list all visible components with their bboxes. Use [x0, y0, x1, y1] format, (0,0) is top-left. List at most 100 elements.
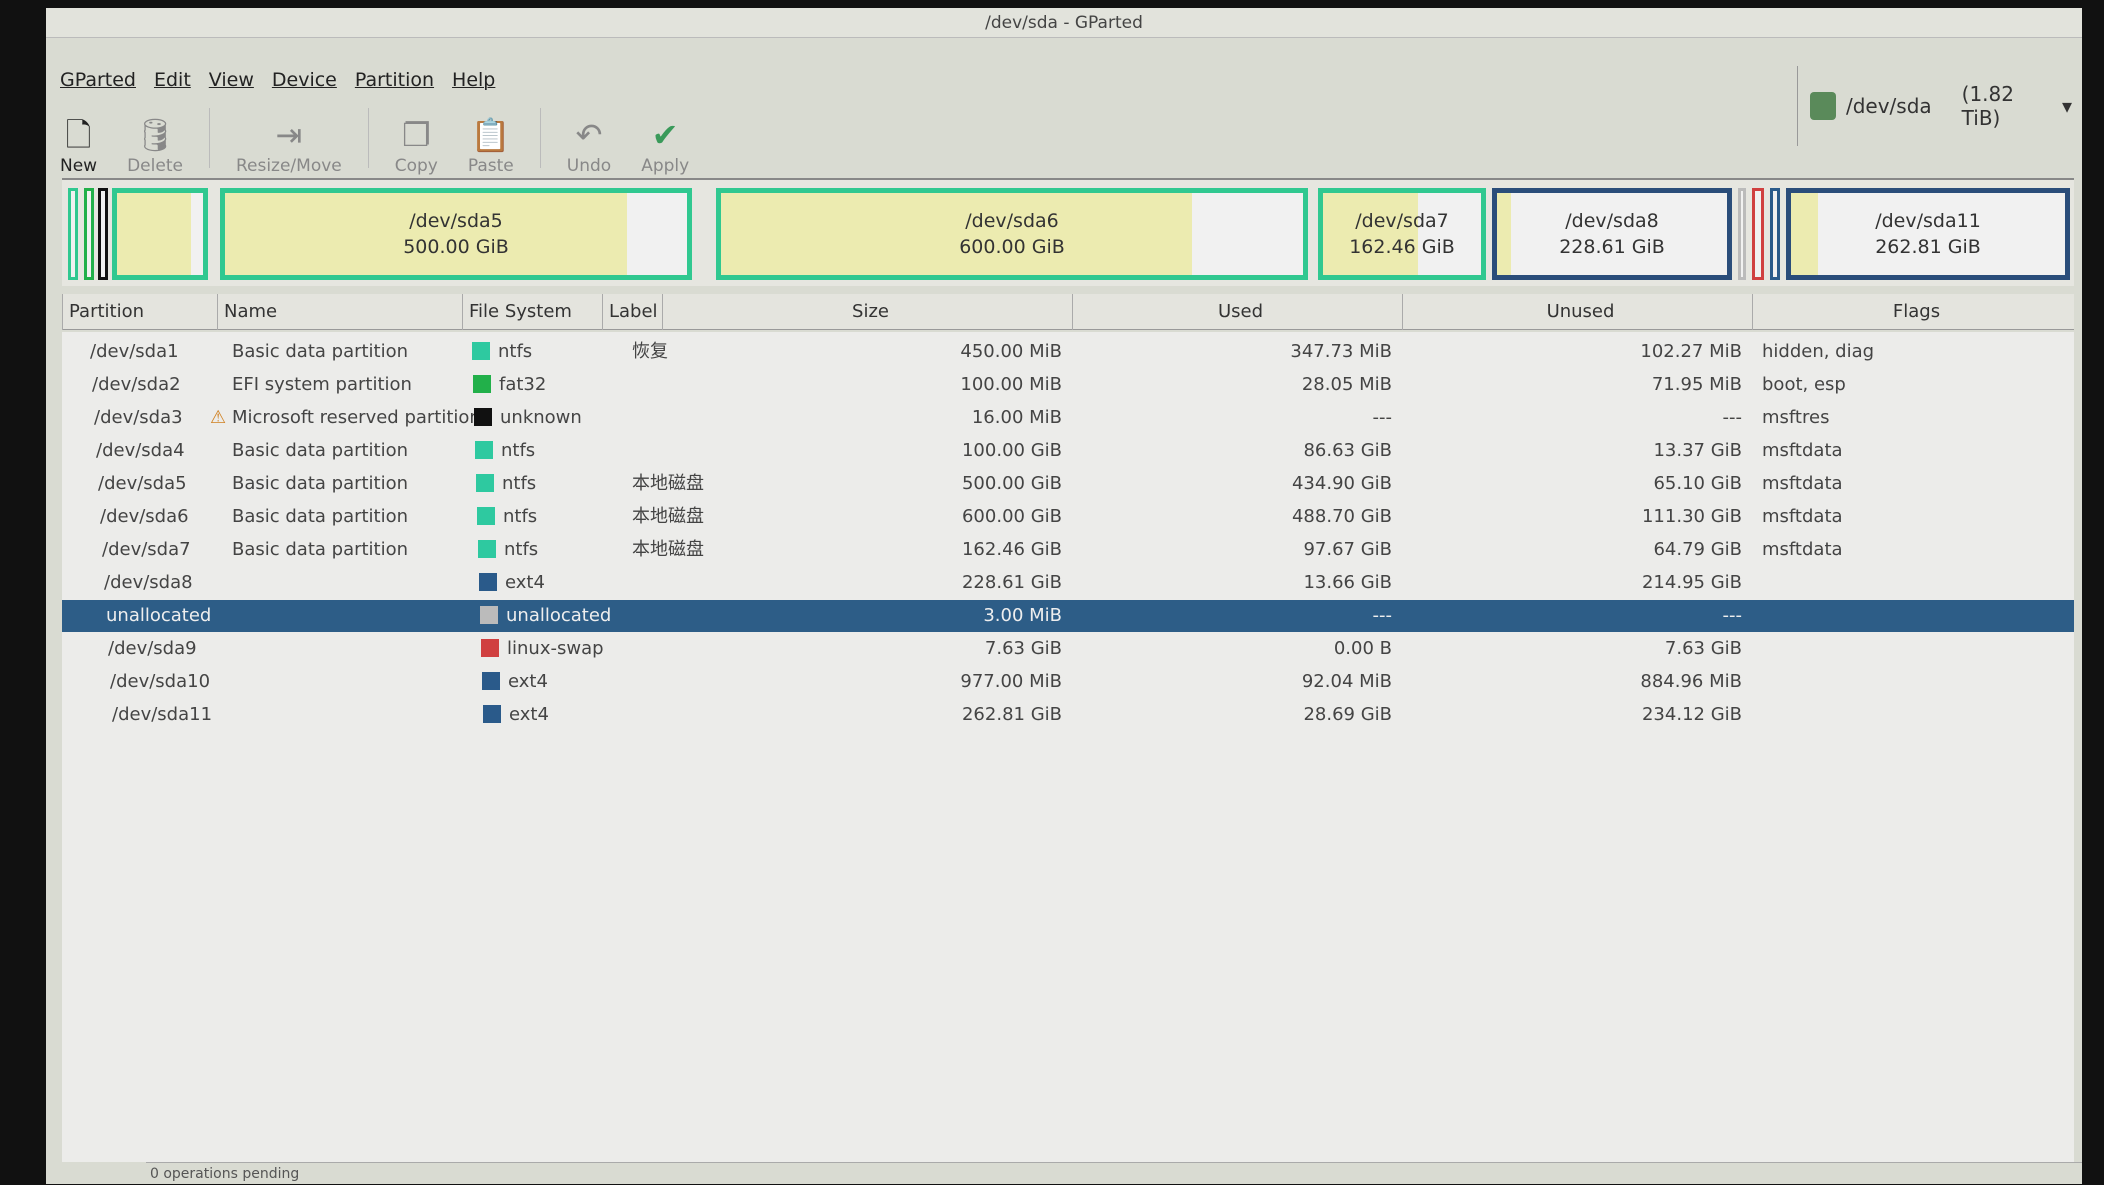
partition-row[interactable]: /dev/sda8 ext4 228.61 GiB 13.66 GiB 214.95 G… — [62, 567, 2074, 599]
graph-partition-sda6[interactable]: /dev/sda6 600.00 GiB — [716, 188, 1308, 280]
column-header-name[interactable]: Name — [217, 294, 462, 330]
graph-size: 600.00 GiB — [959, 236, 1065, 258]
partition-flags: msftres — [1762, 407, 1830, 428]
graph-small-partition[interactable] — [1738, 188, 1746, 280]
partition-row[interactable]: /dev/sda11 ext4 262.81 GiB 28.69 GiB 234.12 … — [62, 699, 2074, 731]
partition-row[interactable]: /dev/sda10 ext4 977.00 MiB 92.04 MiB 884.96 … — [62, 666, 2074, 698]
graph-partition-sda11[interactable]: /dev/sda11 262.81 GiB — [1786, 188, 2070, 280]
graph-small-partition[interactable] — [98, 188, 108, 280]
partition-row[interactable]: /dev/sda4 Basic data partition ntfs 100.00 … — [62, 435, 2074, 467]
partition-used: 347.73 MiB — [1290, 341, 1392, 362]
partition-label: 本地磁盘 — [632, 539, 704, 560]
filesystem-color-swatch — [473, 375, 491, 393]
undo-label: Undo — [566, 156, 612, 176]
filesystem-color-swatch — [482, 672, 500, 690]
undo-button[interactable]: ↶ Undo — [563, 100, 615, 176]
partition-row[interactable]: /dev/sda5 Basic data partition ntfs 本地磁盘 500… — [62, 468, 2074, 500]
graph-partition-sda8[interactable]: /dev/sda8 228.61 GiB — [1492, 188, 1732, 280]
partition-row[interactable]: /dev/sda9 linux-swap 7.63 GiB 0.00 B 7.63 Gi… — [62, 633, 2074, 665]
partition-used: 434.90 GiB — [1291, 473, 1392, 494]
copy-button[interactable]: ❐ Copy — [391, 100, 442, 176]
graph-small-partition[interactable] — [1770, 188, 1780, 280]
partition-used: --- — [1372, 407, 1393, 428]
graph-small-partition[interactable] — [68, 188, 78, 280]
paste-button[interactable]: 📋 Paste — [464, 100, 518, 176]
paste-label: Paste — [467, 156, 514, 176]
filesystem-name: ext4 — [509, 704, 549, 725]
filesystem-name: ext4 — [505, 572, 545, 593]
partition-used: 86.63 GiB — [1303, 440, 1392, 461]
column-header-size[interactable]: Size — [662, 294, 1072, 330]
partition-row[interactable]: /dev/sda1 Basic data partition ntfs 恢复 450.0… — [62, 336, 2074, 368]
menu-device[interactable]: Device — [272, 69, 337, 91]
column-header-label[interactable]: Label — [602, 294, 662, 330]
graph-partition-sda5[interactable]: /dev/sda5 500.00 GiB — [220, 188, 692, 280]
partition-unused: 111.30 GiB — [1641, 506, 1742, 527]
column-header-unused[interactable]: Unused — [1402, 294, 1752, 330]
partition-used: 92.04 MiB — [1301, 671, 1392, 692]
graph-name: /dev/sda6 — [965, 210, 1059, 232]
menu-edit[interactable]: Edit — [154, 69, 191, 91]
device-name: /dev/sda — [1845, 94, 1932, 118]
new-file-icon: 🗋 — [65, 116, 92, 154]
partition-row[interactable]: /dev/sda6 Basic data partition ntfs 本地磁盘 600… — [62, 501, 2074, 533]
column-header-flags[interactable]: Flags — [1752, 294, 2074, 330]
partition-size: 100.00 GiB — [961, 440, 1062, 461]
filesystem-color-swatch — [480, 606, 498, 624]
partition-path: /dev/sda6 — [100, 506, 189, 527]
new-button[interactable]: 🗋 New — [56, 100, 101, 176]
apply-check-icon: ✔ — [651, 116, 679, 154]
partition-row[interactable]: /dev/sda7 Basic data partition ntfs 本地磁盘 162… — [62, 534, 2074, 566]
used-space-fill — [1791, 193, 1819, 275]
graph-name: /dev/sda5 — [409, 210, 503, 232]
filesystem-color-swatch — [477, 507, 495, 525]
column-header-used[interactable]: Used — [1072, 294, 1402, 330]
partition-unused: --- — [1722, 407, 1743, 428]
menu-help[interactable]: Help — [452, 69, 495, 91]
partition-row[interactable]: unallocated unallocated 3.00 MiB --- --- — [62, 600, 2074, 632]
toolbar-separator — [367, 108, 369, 168]
resize-move-button[interactable]: ⇥ Resize/Move — [232, 100, 346, 176]
partition-used: 13.66 GiB — [1303, 572, 1392, 593]
filesystem-name: ext4 — [508, 671, 548, 692]
apply-button[interactable]: ✔ Apply — [637, 100, 693, 176]
device-selector[interactable]: /dev/sda (1.82 TiB) ▾ — [1797, 66, 2072, 146]
graph-small-partition[interactable] — [84, 188, 94, 280]
filesystem-name: ntfs — [502, 473, 537, 494]
partition-name: EFI system partition — [232, 374, 412, 395]
menu-bar: GParted Edit View Device Partition Help — [46, 62, 2082, 98]
partition-name: Basic data partition — [232, 473, 409, 494]
partition-unused: --- — [1722, 605, 1743, 626]
partition-flags: msftdata — [1762, 539, 1843, 560]
partition-name: Basic data partition — [232, 440, 409, 461]
menu-gparted[interactable]: GParted — [60, 69, 136, 91]
partition-size: 228.61 GiB — [961, 572, 1062, 593]
partition-used: 0.00 B — [1333, 638, 1392, 659]
menu-partition[interactable]: Partition — [355, 69, 434, 91]
filesystem-cell: ntfs — [475, 435, 535, 467]
partition-row[interactable]: /dev/sda2 EFI system partition fat32 100.00… — [62, 369, 2074, 401]
delete-button[interactable]: 🛢 Delete — [123, 100, 187, 176]
menu-view[interactable]: View — [209, 69, 254, 91]
graph-small-partition[interactable] — [1752, 188, 1764, 280]
filesystem-color-swatch — [475, 441, 493, 459]
partition-unused: 13.37 GiB — [1653, 440, 1742, 461]
graph-partition-sda7[interactable]: /dev/sda7 162.46 GiB — [1318, 188, 1486, 280]
graph-partition-sda4[interactable] — [112, 188, 208, 280]
column-header-file-system[interactable]: File System — [462, 294, 602, 330]
toolbar-separator — [208, 108, 210, 168]
apply-label: Apply — [641, 156, 690, 176]
graph-size: 162.46 GiB — [1349, 236, 1455, 258]
partition-size: 16.00 MiB — [971, 407, 1062, 428]
filesystem-name: ntfs — [504, 539, 539, 560]
partition-used: --- — [1372, 605, 1393, 626]
graph-name: /dev/sda7 — [1355, 210, 1449, 232]
partition-size: 3.00 MiB — [983, 605, 1062, 626]
resize-move-icon: ⇥ — [275, 116, 303, 154]
column-header-partition[interactable]: Partition — [62, 294, 217, 330]
partition-size: 262.81 GiB — [961, 704, 1062, 725]
partition-row[interactable]: /dev/sda3 ⚠ Microsoft reserved partition un… — [62, 402, 2074, 434]
graph-size: 500.00 GiB — [403, 236, 509, 258]
partition-name: Basic data partition — [232, 506, 409, 527]
partition-name: Microsoft reserved partition — [232, 407, 481, 428]
